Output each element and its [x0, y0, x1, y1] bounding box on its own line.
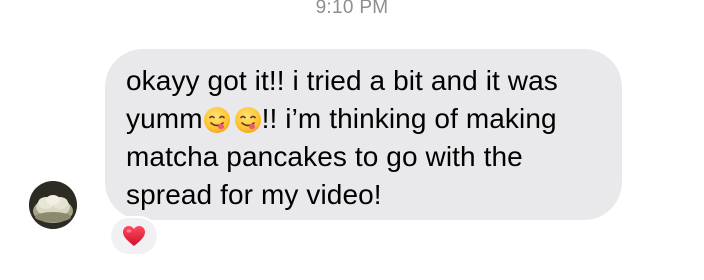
- message-text: okayy got it!! i tried a bit and it was …: [126, 62, 600, 214]
- message-line-4: spread for my video!: [126, 179, 382, 210]
- message-line-3: matcha pancakes to go with the: [126, 141, 523, 172]
- message-timestamp: 9:10 PM: [315, 0, 389, 18]
- heart-reaction-badge[interactable]: [109, 216, 159, 256]
- face-savoring-food-emoji-icon: [203, 107, 230, 133]
- red-heart-icon: [123, 226, 145, 246]
- message-line-1: okayy got it!! i tried a bit and it was: [126, 65, 558, 96]
- message-line-2-prefix: yumm: [126, 103, 203, 134]
- sender-avatar[interactable]: [29, 181, 77, 229]
- avatar-image: [29, 181, 77, 229]
- message-bubble[interactable]: okayy got it!! i tried a bit and it was …: [105, 49, 622, 220]
- face-savoring-food-emoji-icon: [234, 107, 261, 133]
- message-line-2-suffix: !! i’m thinking of making: [261, 103, 557, 134]
